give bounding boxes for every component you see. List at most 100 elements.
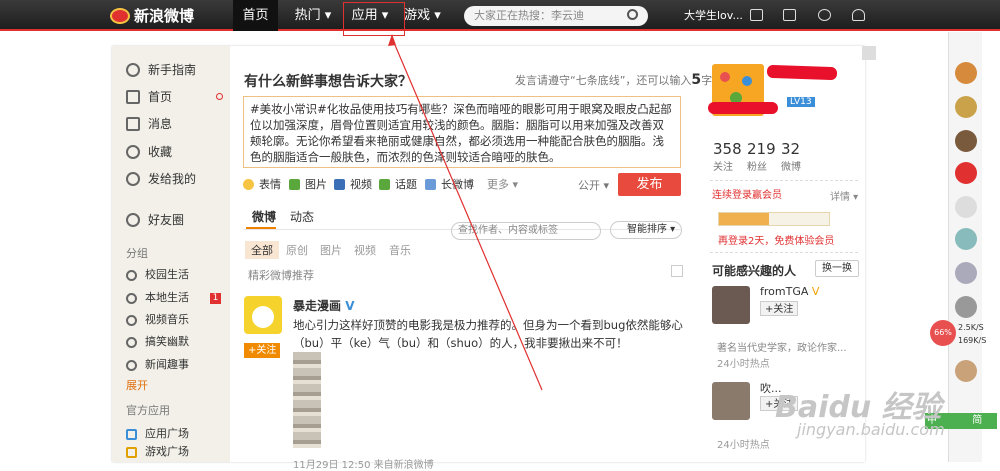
search-icon[interactable]: [627, 9, 638, 20]
group-item-local[interactable]: 本地生活: [126, 288, 189, 308]
nav-games[interactable]: 游戏 ▾: [400, 0, 445, 31]
group-item-campus[interactable]: 校园生活: [126, 265, 189, 285]
filter-image[interactable]: 图片: [320, 242, 342, 258]
visibility-select[interactable]: 公开 ▾: [578, 177, 609, 193]
tab-weibo[interactable]: 微博: [252, 208, 276, 225]
image-button[interactable]: 图片: [289, 176, 327, 192]
stat-following[interactable]: 358 关注: [713, 140, 742, 173]
sidebar-item-sent-to-me[interactable]: 发给我的: [126, 169, 196, 189]
app-icon: [126, 429, 137, 440]
expand-link[interactable]: 展开: [126, 377, 148, 393]
contact-avatar[interactable]: [955, 228, 977, 250]
login-progress-bar: [718, 212, 830, 226]
composer-textarea[interactable]: #美妆小常识#化妆品使用技巧有哪些？深色而暗哑的眼影可用于眼窝及眼皮凸起部位以加…: [243, 96, 681, 168]
group-section-title: 分组: [126, 247, 148, 260]
more-button[interactable]: 更多 ▾: [487, 176, 518, 192]
stat-weibo[interactable]: 32 微博: [781, 140, 801, 173]
publish-button[interactable]: 发布: [618, 173, 681, 196]
image-icon: [289, 179, 300, 190]
suggestion-avatar[interactable]: [712, 286, 750, 324]
location-icon: [126, 337, 137, 348]
filter-all[interactable]: 全部: [245, 241, 279, 259]
filter-video[interactable]: 视频: [354, 242, 376, 258]
contact-avatar[interactable]: [955, 360, 977, 382]
suggestions-title: 可能感兴趣的人: [712, 264, 797, 278]
vip-login-link[interactable]: 连续登录赢会员: [712, 186, 782, 201]
post-author-name[interactable]: 暴走漫画 V: [293, 297, 355, 314]
hash-icon: [379, 179, 390, 190]
composer-title: 有什么新鲜事想告诉大家？: [244, 74, 412, 90]
mail-icon: [126, 117, 140, 131]
redaction-scribble: [708, 102, 778, 114]
location-icon: [126, 270, 137, 281]
weibo-eye-icon: [110, 8, 130, 24]
speed-meter[interactable]: 66%: [930, 320, 956, 346]
tab-activity[interactable]: 动态: [290, 208, 314, 225]
edit-icon[interactable]: [750, 9, 763, 21]
weibo-logo[interactable]: 新浪微博: [110, 5, 194, 26]
heart-icon: [126, 213, 140, 227]
contact-avatar[interactable]: [955, 296, 977, 318]
contact-avatar[interactable]: [955, 130, 977, 152]
suggestion-avatar[interactable]: [712, 382, 750, 420]
crown-icon[interactable]: [852, 9, 865, 21]
video-button[interactable]: 视频: [334, 176, 372, 192]
group-item-funny[interactable]: 搞笑幽默: [126, 332, 189, 352]
long-weibo-button[interactable]: 长微博: [425, 176, 474, 192]
topic-button[interactable]: 话题: [379, 176, 417, 192]
document-icon: [425, 179, 436, 190]
feed-search-input[interactable]: 查找作者、内容或标签: [451, 222, 601, 240]
user-name-link[interactable]: 大学生lov...: [684, 0, 743, 31]
avatar-dot: [742, 76, 752, 86]
mail-icon[interactable]: [783, 9, 796, 21]
sidebar-item-home[interactable]: 首页: [126, 87, 172, 107]
contact-avatar[interactable]: [955, 62, 977, 84]
home-notify-dot: [216, 93, 223, 100]
post-footer: 11月29日 12:50 来自新浪微博: [293, 460, 434, 471]
swap-suggestions-button[interactable]: 换一换: [815, 260, 859, 277]
divider: [710, 252, 858, 253]
contact-avatar[interactable]: [955, 196, 977, 218]
post-author-avatar[interactable]: [244, 296, 282, 334]
sidebar-item-favorites[interactable]: 收藏: [126, 142, 172, 162]
sidebar-item-friend-circle[interactable]: 好友圈: [126, 210, 184, 230]
app-item-plaza[interactable]: 应用广场: [126, 424, 189, 444]
progress-text[interactable]: 再登录2天，免费体验会员: [718, 232, 834, 247]
person-icon: [126, 172, 140, 186]
baidu-watermark-url: jingyan.baidu.com: [797, 420, 945, 439]
suggestion-follow-button[interactable]: +关注: [760, 301, 799, 316]
composer-hint: 发言请遵守“七条底线”，还可以输入5字: [515, 72, 713, 88]
filter-original[interactable]: 原创: [286, 242, 308, 258]
group-item-news[interactable]: 新闻趣事: [126, 355, 189, 375]
chevron-down-icon[interactable]: [671, 265, 683, 277]
home-icon: [126, 90, 140, 104]
post-image[interactable]: [293, 352, 321, 448]
sidebar-item-guide[interactable]: 新手指南: [126, 60, 196, 80]
recommend-label: 精彩微博推荐: [248, 269, 314, 282]
sidebar-item-messages[interactable]: 消息: [126, 114, 172, 134]
smile-icon: [243, 179, 254, 190]
stat-followers[interactable]: 219 粉丝: [747, 140, 776, 173]
progress-fill: [719, 213, 769, 225]
divider: [710, 180, 858, 181]
emoji-button[interactable]: 表情: [243, 176, 281, 192]
top-search-input[interactable]: 大家正在热搜：李云迪: [464, 6, 648, 26]
smart-sort-dropdown[interactable]: 智能排序 ▾: [610, 221, 682, 239]
post-follow-button[interactable]: +关注: [244, 343, 281, 358]
contact-avatar[interactable]: [955, 96, 977, 118]
suggestion-name[interactable]: fromTGA V: [760, 285, 819, 298]
app-item-games[interactable]: 游戏广场: [126, 442, 189, 462]
nav-home[interactable]: 首页: [233, 0, 278, 31]
corner-fold: [862, 46, 876, 60]
gear-icon[interactable]: [818, 9, 831, 21]
rage-face-icon: [252, 306, 274, 328]
vip-detail-link[interactable]: 详情 ▾: [830, 188, 858, 203]
location-icon: [126, 293, 137, 304]
contact-avatar[interactable]: [955, 262, 977, 284]
nav-hot[interactable]: 热门 ▾: [289, 0, 337, 31]
group-item-video[interactable]: 视频音乐: [126, 310, 189, 330]
compass-icon: [126, 63, 140, 77]
weibo-icon[interactable]: [955, 162, 977, 184]
location-icon: [126, 315, 137, 326]
filter-music[interactable]: 音乐: [389, 242, 411, 258]
